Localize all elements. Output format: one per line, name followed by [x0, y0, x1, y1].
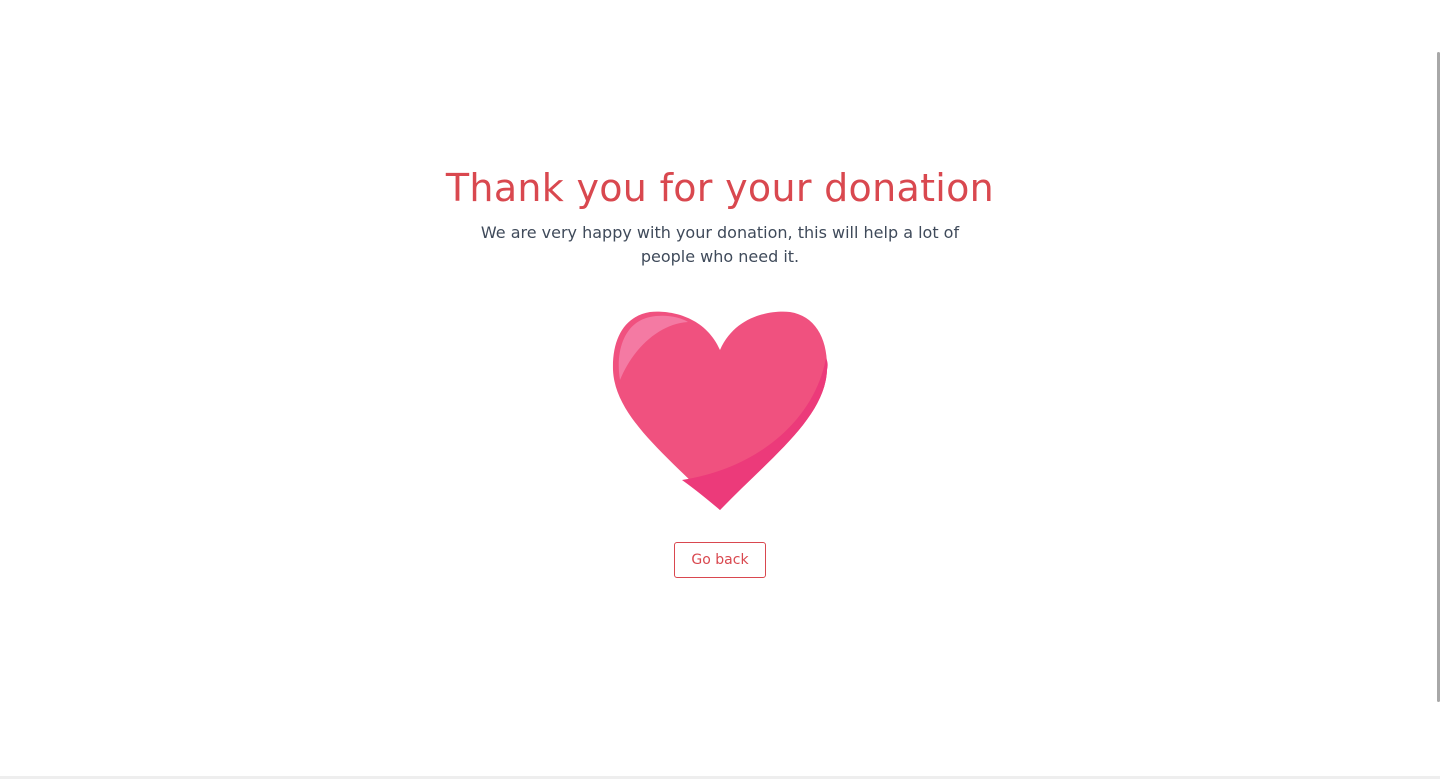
thank-you-message: We are very happy with your donation, th… [480, 223, 960, 266]
go-back-button[interactable]: Go back [674, 542, 766, 578]
heart-icon [612, 311, 828, 510]
thank-you-page: Thank you for your donation We are very … [0, 0, 1440, 779]
page-title: Thank you for your donation [445, 166, 995, 210]
